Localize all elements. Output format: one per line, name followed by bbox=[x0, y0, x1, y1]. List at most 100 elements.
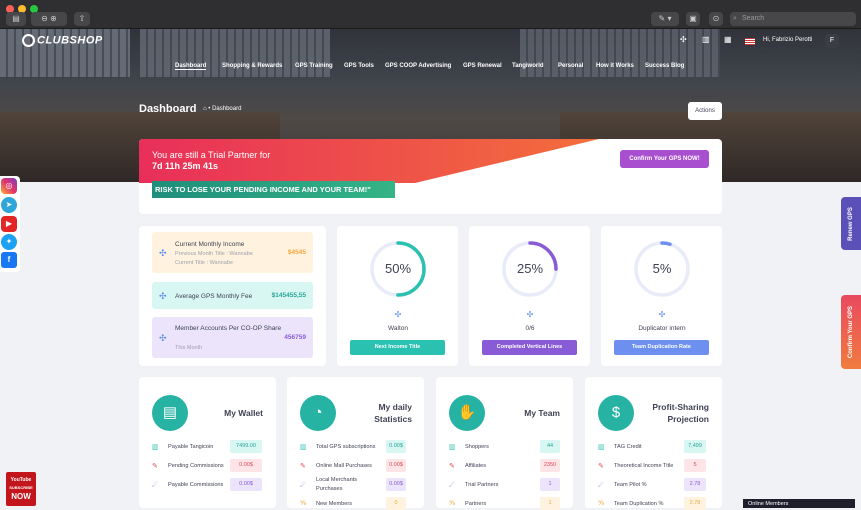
markup-icon[interactable]: ✎ ▾ bbox=[651, 12, 679, 26]
team-value-badge: 44 bbox=[540, 440, 560, 453]
wallet-value-badge: 0.00$ bbox=[230, 478, 262, 491]
row-label: Theoretical Income Title bbox=[614, 463, 674, 469]
nav-item-success-blog[interactable]: Success Blog bbox=[645, 63, 684, 69]
ring-label: Duplicator intern bbox=[638, 325, 686, 332]
chart-icon: ◔ bbox=[300, 395, 336, 431]
network-icon: ✣ bbox=[159, 332, 167, 343]
team-icon: ✋ bbox=[449, 395, 485, 431]
progress-ring: 5% bbox=[633, 240, 691, 298]
youtube-subscribe-badge[interactable]: YouTube SUBSCRIBE NOW bbox=[6, 472, 36, 506]
row-label: Trial Partners bbox=[465, 482, 499, 488]
nav-item-dashboard[interactable]: Dashboard bbox=[175, 63, 207, 70]
wallet-value-badge: 7499.00 bbox=[230, 440, 262, 453]
comet-icon: ☄ bbox=[449, 482, 456, 489]
nav-item-gps-training[interactable]: GPS Training bbox=[295, 63, 333, 69]
us-flag-icon[interactable] bbox=[745, 38, 755, 45]
network-icon: ✣ bbox=[159, 247, 167, 258]
sidebar-toggle-icon[interactable]: ▤ bbox=[6, 12, 26, 26]
nav-item-how-it-works[interactable]: How it Works bbox=[596, 63, 634, 69]
risk-warning: RISK TO LOSE YOUR PENDING INCOME AND YOU… bbox=[152, 181, 395, 198]
trial-banner: You are still a Trial Partner for 7d 11h… bbox=[139, 139, 722, 214]
search-input[interactable]: ⌕ Search bbox=[730, 12, 856, 26]
stack-icon: ⅝ bbox=[449, 500, 455, 507]
row-label: Total GPS subscriptions bbox=[316, 444, 376, 450]
twitter-icon[interactable]: ✦ bbox=[1, 234, 17, 250]
daily-value-badge: 0.00$ bbox=[386, 478, 406, 491]
confirm-gps-tab[interactable]: Confirm Your GPS bbox=[841, 295, 861, 369]
social-bar: ◎ ➤ ▶ ✦ f bbox=[0, 176, 20, 272]
nav-item-gps-coop-advertising[interactable]: GPS COOP Advertising bbox=[385, 63, 451, 69]
clubshop-logo[interactable]: CLUBSHOP bbox=[22, 34, 103, 47]
profit-title: Profit-Sharing bbox=[652, 402, 709, 412]
profit-value-badge: 7,499 bbox=[684, 440, 706, 453]
actions-button[interactable]: Actions bbox=[688, 102, 722, 120]
row-label: Team Pilot % bbox=[614, 482, 647, 488]
online-members-bar[interactable]: Online Members bbox=[743, 499, 855, 508]
trial-countdown: 7d 11h 25m 41s bbox=[152, 161, 219, 171]
daily-title: My daily bbox=[378, 402, 412, 412]
renew-gps-tab[interactable]: Renew GPS bbox=[841, 197, 861, 250]
comet-icon: ☄ bbox=[152, 482, 159, 489]
nav-item-gps-tools[interactable]: GPS Tools bbox=[344, 63, 374, 69]
zoom-icon[interactable]: ⊖ ⊕ bbox=[31, 12, 67, 26]
reader-icon[interactable]: ⊙ bbox=[709, 12, 723, 26]
facebook-icon[interactable]: f bbox=[1, 252, 17, 268]
avatar[interactable]: F bbox=[825, 34, 839, 48]
profit-value-badge: 5 bbox=[684, 459, 706, 472]
network-icon[interactable]: ✣ bbox=[680, 35, 687, 44]
lock-icon[interactable]: ▣ bbox=[686, 12, 700, 26]
row-label: Affiliates bbox=[465, 463, 487, 469]
ring-button-1[interactable]: Next Income Title bbox=[350, 340, 445, 355]
current-income-tile[interactable]: ✣ Current Monthly Income Previous Month … bbox=[152, 232, 313, 273]
nav-item-gps-renewal[interactable]: GPS Renewal bbox=[463, 63, 502, 69]
home-icon[interactable]: ⌂ bbox=[203, 106, 207, 112]
share-icon[interactable]: ⇧ bbox=[74, 12, 90, 26]
stack-icon: ⅝ bbox=[300, 500, 306, 507]
stack-icon: ⅝ bbox=[598, 500, 604, 507]
daily-value-badge: 0.00$ bbox=[386, 459, 406, 472]
nav-item-personal[interactable]: Personal bbox=[558, 63, 583, 69]
telegram-icon[interactable]: ➤ bbox=[1, 197, 17, 213]
profit-title-2: Projection bbox=[667, 414, 709, 424]
ring-percent: 5% bbox=[652, 261, 672, 276]
daily-value-badge: 0.00$ bbox=[386, 440, 406, 453]
bar-chart-icon: ▥ bbox=[300, 444, 307, 451]
team-value-badge: 2350 bbox=[540, 459, 560, 472]
gps-fee-tile[interactable]: ✣ Average GPS Monthly Fee $145455,55 bbox=[152, 282, 313, 309]
wallet-icon: ▤ bbox=[152, 395, 188, 431]
ring-button-3[interactable]: Team Duplication Rate bbox=[614, 340, 709, 355]
nav-item-tangiworld[interactable]: Tangiworld bbox=[512, 63, 544, 69]
stats-icon[interactable]: ▥ bbox=[702, 35, 710, 44]
daily-value-badge: 0 bbox=[386, 497, 406, 510]
nav-item-shopping-rewards[interactable]: Shopping & Rewards bbox=[222, 63, 282, 69]
pen-icon: ✎ bbox=[449, 463, 455, 470]
pen-icon: ✎ bbox=[300, 463, 306, 470]
ring-button-2[interactable]: Completed Vertical Lines bbox=[482, 340, 577, 355]
row-label: Pending Commissions bbox=[168, 463, 224, 469]
confirm-gps-button[interactable]: Confirm Your GPS NOW! bbox=[620, 150, 709, 168]
row-label: Local Merchants bbox=[316, 477, 358, 483]
team-value-badge: 1 bbox=[540, 497, 560, 510]
profit-value-badge: 2.78 bbox=[684, 478, 706, 491]
wallet-value-badge: 0.00$ bbox=[230, 459, 262, 472]
pen-icon: ✎ bbox=[152, 463, 158, 470]
instagram-icon[interactable]: ◎ bbox=[1, 178, 17, 194]
ring-label: Walton bbox=[388, 325, 408, 332]
row-label: Partners bbox=[465, 501, 487, 507]
ring-percent: 25% bbox=[516, 261, 544, 276]
breadcrumb: ⌂ • Dashboard bbox=[203, 106, 242, 112]
wallet-title: My Wallet bbox=[224, 408, 263, 418]
bar-chart-icon: ▥ bbox=[152, 444, 159, 451]
ring-label: 0/6 bbox=[525, 325, 535, 332]
team-title: My Team bbox=[524, 408, 560, 418]
row-label: Team Duplication % bbox=[614, 501, 664, 507]
trial-text: You are still a Trial Partner for bbox=[152, 150, 271, 160]
coop-tile[interactable]: ✣ Member Accounts Per CO-OP Share This M… bbox=[152, 317, 313, 358]
grid-icon[interactable]: ▦ bbox=[724, 35, 732, 44]
youtube-icon[interactable]: ▶ bbox=[1, 216, 17, 232]
money-bag-icon: $ bbox=[598, 395, 634, 431]
row-label-2: Purchases bbox=[316, 486, 343, 492]
network-icon: ✣ bbox=[658, 310, 666, 319]
user-greeting[interactable]: Hi, Fabrizio Perotti bbox=[763, 37, 812, 43]
network-icon: ✣ bbox=[394, 310, 402, 319]
